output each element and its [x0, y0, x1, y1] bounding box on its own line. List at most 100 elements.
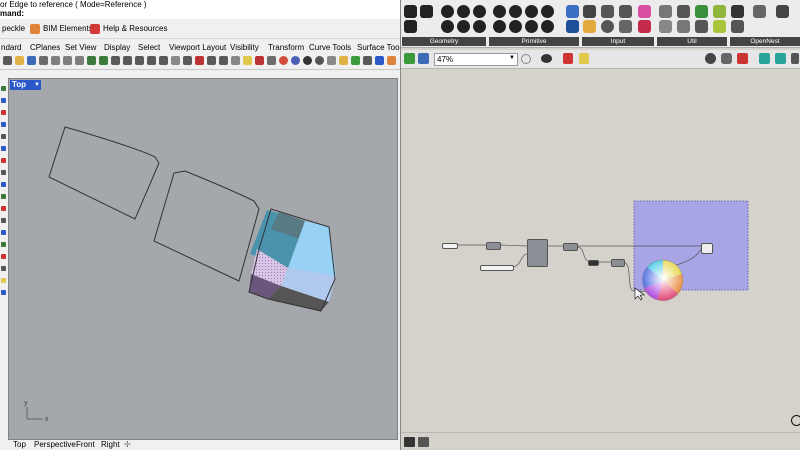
- opennest-tool-icon[interactable]: [753, 5, 766, 18]
- arrow-right-icon[interactable]: [695, 20, 708, 33]
- shaded-icon[interactable]: [303, 56, 312, 65]
- curve-tool-icon[interactable]: [1, 110, 6, 115]
- camera-icon[interactable]: [207, 56, 216, 65]
- number-param-icon[interactable]: [541, 5, 554, 18]
- category-opennest[interactable]: OpenNest: [730, 37, 800, 46]
- point-param-component[interactable]: [442, 243, 458, 249]
- opennest-arrow-icon[interactable]: [776, 5, 789, 18]
- tab-curve-tools[interactable]: Curve Tools: [309, 42, 351, 53]
- ghosted-icon[interactable]: [315, 56, 324, 65]
- circle-param-icon[interactable]: [441, 5, 454, 18]
- drafting-tool-icon[interactable]: [1, 266, 6, 271]
- brep-param-icon[interactable]: [420, 5, 433, 18]
- vector-param-icon[interactable]: [541, 20, 554, 33]
- layer-icon[interactable]: [231, 56, 240, 65]
- circle-tool-icon[interactable]: [1, 122, 6, 127]
- output-component[interactable]: [563, 243, 578, 251]
- paste-icon[interactable]: [75, 56, 84, 65]
- mesh-tool-icon[interactable]: [1, 194, 6, 199]
- bake-all-icon[interactable]: [775, 53, 786, 64]
- gumball-icon[interactable]: [363, 56, 372, 65]
- speckle-button[interactable]: peckle: [2, 22, 25, 36]
- value-list-icon[interactable]: [619, 20, 632, 33]
- render-tool-icon[interactable]: [1, 254, 6, 259]
- colour-param-icon[interactable]: [509, 5, 522, 18]
- add-viewport-icon[interactable]: ✢: [124, 440, 131, 450]
- zoom-icon[interactable]: [135, 56, 144, 65]
- tab-set-view[interactable]: Set View: [65, 42, 96, 53]
- shaded-preview-icon[interactable]: [737, 53, 748, 64]
- viewport-tab-perspective[interactable]: Perspective: [34, 440, 76, 450]
- arc-tool-icon[interactable]: [1, 134, 6, 139]
- zoom-extents-icon[interactable]: [147, 56, 156, 65]
- colour-param-component[interactable]: [611, 259, 625, 267]
- plane-param-icon[interactable]: [457, 20, 470, 33]
- colored-panel[interactable]: [248, 208, 336, 312]
- surface-param-icon[interactable]: [473, 20, 486, 33]
- main-component[interactable]: [527, 239, 548, 267]
- opennest-wave-icon[interactable]: [731, 20, 744, 33]
- light-icon[interactable]: [243, 56, 252, 65]
- box-param-icon[interactable]: [404, 5, 417, 18]
- edit-tool-icon[interactable]: [1, 230, 6, 235]
- new-icon[interactable]: [3, 56, 12, 65]
- panel-outline-2[interactable]: [153, 170, 260, 282]
- help-resources-button[interactable]: Help & Resources: [90, 22, 167, 36]
- point-tool-icon[interactable]: [1, 86, 6, 91]
- more-options-icon[interactable]: [791, 53, 799, 64]
- save-icon[interactable]: [27, 56, 36, 65]
- opennest-tree-icon[interactable]: [731, 5, 744, 18]
- dimension-tool-icon[interactable]: [1, 206, 6, 211]
- cluster-icon[interactable]: [677, 5, 690, 18]
- integer-param-icon[interactable]: [525, 5, 538, 18]
- relay-component[interactable]: [588, 260, 599, 266]
- open-file-icon[interactable]: [404, 53, 415, 64]
- material-icon[interactable]: [255, 56, 264, 65]
- sketch-pen-icon[interactable]: [563, 53, 573, 64]
- solid-tool-icon[interactable]: [1, 182, 6, 187]
- command-prompt[interactable]: mand:: [0, 9, 400, 19]
- surface-tool-icon[interactable]: [1, 170, 6, 175]
- domain-param-icon[interactable]: [493, 20, 506, 33]
- toggle-input-icon[interactable]: [619, 5, 632, 18]
- bim-elements-button[interactable]: BIM Elements: [30, 22, 93, 36]
- render-icon[interactable]: [279, 56, 288, 65]
- colour-swatch-icon[interactable]: [638, 5, 651, 18]
- history-icon[interactable]: [351, 56, 360, 65]
- grasshopper-icon[interactable]: [375, 56, 384, 65]
- scribble-icon[interactable]: [659, 5, 672, 18]
- open-icon[interactable]: [15, 56, 24, 65]
- mesh-param-icon[interactable]: [473, 5, 486, 18]
- battery-icon[interactable]: [713, 20, 726, 33]
- light-tool-icon[interactable]: [1, 278, 6, 283]
- save-file-icon[interactable]: [418, 53, 429, 64]
- close-param-icon[interactable]: [404, 20, 417, 33]
- shader-param-icon[interactable]: [566, 20, 579, 33]
- preview-eye-icon[interactable]: [541, 54, 552, 63]
- category-input[interactable]: Input: [582, 37, 654, 46]
- zoom-options-icon[interactable]: [521, 54, 531, 64]
- grid-icon[interactable]: [171, 56, 180, 65]
- point-icon[interactable]: [183, 56, 192, 65]
- undo-icon[interactable]: [87, 56, 96, 65]
- category-util[interactable]: Util: [657, 37, 727, 46]
- paint-bucket-icon[interactable]: [579, 53, 589, 64]
- pan-icon[interactable]: [111, 56, 120, 65]
- panel-input-icon[interactable]: [583, 5, 596, 18]
- point-param-icon[interactable]: [441, 20, 454, 33]
- slider-input-icon[interactable]: [601, 5, 614, 18]
- zoom-chevron-down-icon[interactable]: ▼: [508, 53, 516, 64]
- group-icon[interactable]: [659, 20, 672, 33]
- zoom-window-icon[interactable]: [159, 56, 168, 65]
- canvas-toggle-icon[interactable]: [404, 437, 415, 447]
- car-icon[interactable]: [195, 56, 204, 65]
- zoom-field[interactable]: 47%: [434, 53, 518, 66]
- viewport-tab-front[interactable]: Front: [76, 440, 95, 450]
- viewport-tab-top[interactable]: Top: [13, 440, 26, 450]
- print-icon[interactable]: [39, 56, 48, 65]
- graph-mapper-icon[interactable]: [583, 20, 596, 33]
- viewport-tab-right[interactable]: Right: [101, 440, 120, 450]
- definition-canvas[interactable]: [401, 69, 800, 432]
- options-icon[interactable]: [327, 56, 336, 65]
- file-path-icon[interactable]: [566, 5, 579, 18]
